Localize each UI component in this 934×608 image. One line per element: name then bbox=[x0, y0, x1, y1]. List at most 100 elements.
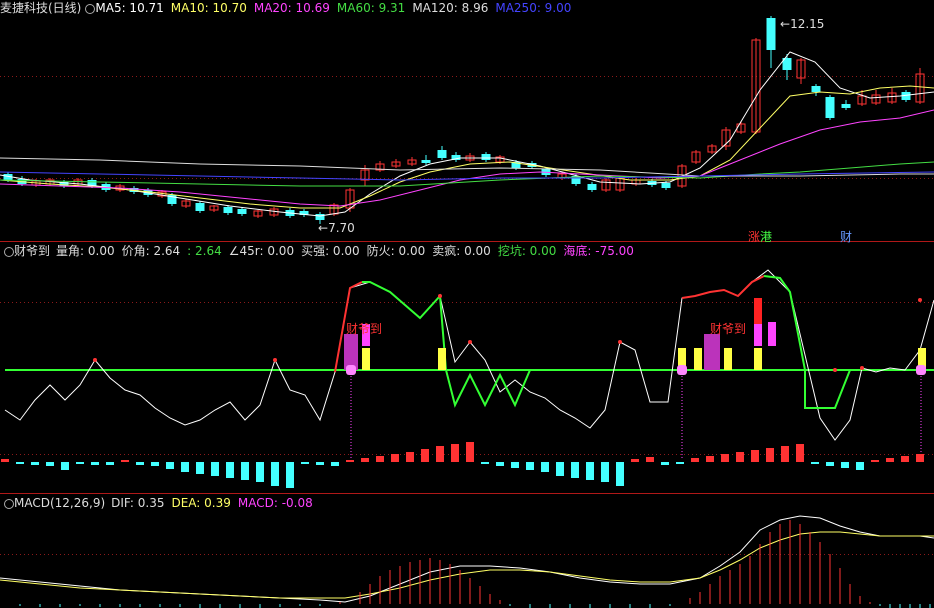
candle-body-down bbox=[811, 86, 821, 92]
hist-bar-up bbox=[451, 444, 459, 462]
price-angle-line bbox=[4, 269, 934, 441]
candle-body-down bbox=[195, 203, 205, 211]
hist-bar-down bbox=[331, 462, 339, 466]
main-legend: 麦捷科技(日线) MA5: 10.71 MA10: 10.70 MA20: 10.69… bbox=[0, 0, 578, 16]
stock-title[interactable]: 麦捷科技(日线) bbox=[0, 1, 81, 15]
peak-dot bbox=[468, 340, 472, 344]
peak-dot bbox=[618, 340, 622, 344]
signal-bar-magenta-2 bbox=[754, 324, 762, 346]
signal-bar-magenta-3 bbox=[768, 322, 776, 346]
macd-values: DIF: 0.35 DEA: 0.39 MACD: -0.08 bbox=[111, 496, 320, 510]
ma-label-1: MA10: 10.70 bbox=[170, 1, 247, 15]
hist-bar-down bbox=[181, 462, 189, 472]
hist-bar-up bbox=[346, 460, 354, 462]
candle-body-down bbox=[587, 184, 597, 190]
hist-bar-down bbox=[151, 462, 159, 466]
hist-bar-down bbox=[826, 462, 834, 466]
signal-marker bbox=[916, 365, 926, 375]
ma-label-2: MA20: 10.69 bbox=[253, 1, 330, 15]
indicator-value-0: 量角: 0.00 bbox=[56, 244, 115, 258]
hist-bar-down bbox=[556, 462, 564, 476]
macd-name[interactable]: MACD(12,26,9) bbox=[14, 496, 105, 510]
ma-label-4: MA120: 8.96 bbox=[412, 1, 489, 15]
signal-bar-yellow bbox=[438, 348, 446, 370]
hist-bar-down bbox=[256, 462, 264, 482]
hist-bar-up bbox=[886, 458, 894, 462]
hist-bar-up bbox=[796, 444, 804, 462]
high-price-label: ←12.15 bbox=[780, 17, 824, 31]
hist-bar-down bbox=[46, 462, 54, 466]
hist-bar-up bbox=[376, 456, 384, 462]
macd-value-2: MACD: -0.08 bbox=[237, 496, 313, 510]
indicator-value-2: : 2.64 bbox=[187, 244, 222, 258]
hist-bar-down bbox=[856, 462, 864, 470]
peak-dot bbox=[860, 366, 864, 370]
peak-dot bbox=[93, 358, 97, 362]
hist-bar-up bbox=[721, 454, 729, 462]
marker-cai-wrap: 财 bbox=[840, 228, 852, 245]
candle-body-down bbox=[223, 207, 233, 213]
indicator-name[interactable]: 财爷到 bbox=[14, 244, 50, 258]
hist-bar-up bbox=[121, 460, 129, 462]
marker-gang[interactable]: 港 bbox=[760, 230, 772, 244]
macd-dif-line bbox=[0, 515, 934, 603]
hist-bar-up bbox=[391, 454, 399, 462]
hist-bar-up bbox=[871, 460, 879, 462]
hist-bar-down bbox=[31, 462, 39, 465]
signal-bar-yellow bbox=[754, 348, 762, 370]
stock-chart-window: 麦捷科技(日线) MA5: 10.71 MA10: 10.70 MA20: 10.69… bbox=[0, 0, 934, 608]
marker-cai[interactable]: 财 bbox=[840, 230, 852, 244]
candle-body-down bbox=[315, 214, 325, 220]
ma-label-0: MA5: 10.71 bbox=[95, 1, 164, 15]
settings-circle-icon[interactable] bbox=[85, 3, 96, 14]
indicator-value-3: ∠45r: 0.00 bbox=[228, 244, 295, 258]
peak-dot bbox=[918, 298, 922, 302]
chart-canvas[interactable] bbox=[0, 0, 934, 608]
hist-bar-down bbox=[571, 462, 579, 478]
indicator-value-4: 买强: 0.00 bbox=[301, 244, 360, 258]
signal-marker bbox=[677, 365, 687, 375]
hist-bar-up bbox=[466, 442, 474, 462]
ma-label-3: MA60: 9.31 bbox=[336, 1, 406, 15]
hist-bar-up bbox=[706, 456, 714, 462]
peak-dot bbox=[273, 358, 277, 362]
marker-zhang[interactable]: 涨 bbox=[748, 230, 760, 244]
macd-value-0: DIF: 0.35 bbox=[111, 496, 165, 510]
signal-green-segment-2 bbox=[763, 275, 851, 409]
hist-bar-up bbox=[691, 458, 699, 462]
dig-pit-line bbox=[445, 369, 531, 408]
hist-bar-down bbox=[271, 462, 279, 486]
hist-bar-down bbox=[541, 462, 549, 472]
indicator-legend: 财爷到 量角: 0.00 价角: 2.64 : 2.64 ∠45r: 0.00 买强: 0… bbox=[0, 243, 641, 259]
peak-dot bbox=[833, 368, 837, 372]
indicator-value-1: 价角: 2.64 bbox=[121, 244, 181, 258]
hist-bar-up bbox=[1, 459, 9, 462]
indicator-values: 量角: 0.00 价角: 2.64 : 2.64 ∠45r: 0.00 买强: 0.00… bbox=[56, 244, 641, 258]
hist-bar-down bbox=[526, 462, 534, 470]
macd-circle-icon[interactable] bbox=[4, 498, 14, 509]
hist-bar-up bbox=[646, 457, 654, 462]
hist-bar-down bbox=[496, 462, 504, 466]
hist-bar-down bbox=[211, 462, 219, 476]
signal-bar-yellow bbox=[362, 348, 370, 370]
candle-body-down bbox=[825, 97, 835, 118]
low-price-value: 7.70 bbox=[328, 221, 355, 235]
hist-bar-up bbox=[751, 450, 759, 462]
signal-label-2: 财爷到 bbox=[710, 322, 747, 336]
hist-bar-down bbox=[286, 462, 294, 488]
candle-body-down bbox=[766, 18, 776, 50]
indicator-circle-icon[interactable] bbox=[4, 246, 14, 257]
hist-bar-down bbox=[136, 462, 144, 465]
high-price-value: 12.15 bbox=[790, 17, 825, 31]
hist-bar-up bbox=[421, 449, 429, 462]
macd-value-1: DEA: 0.39 bbox=[171, 496, 231, 510]
hist-bar-down bbox=[676, 462, 684, 464]
candle-body-down bbox=[661, 183, 671, 188]
hist-bar-up bbox=[436, 446, 444, 462]
indicator-value-7: 挖坑: 0.00 bbox=[497, 244, 557, 258]
hist-bar-down bbox=[511, 462, 519, 468]
peak-dot bbox=[438, 294, 442, 298]
hist-bar-up bbox=[631, 459, 639, 462]
signal-label-1: 财爷到 bbox=[346, 322, 383, 336]
hist-bar-down bbox=[76, 462, 84, 464]
